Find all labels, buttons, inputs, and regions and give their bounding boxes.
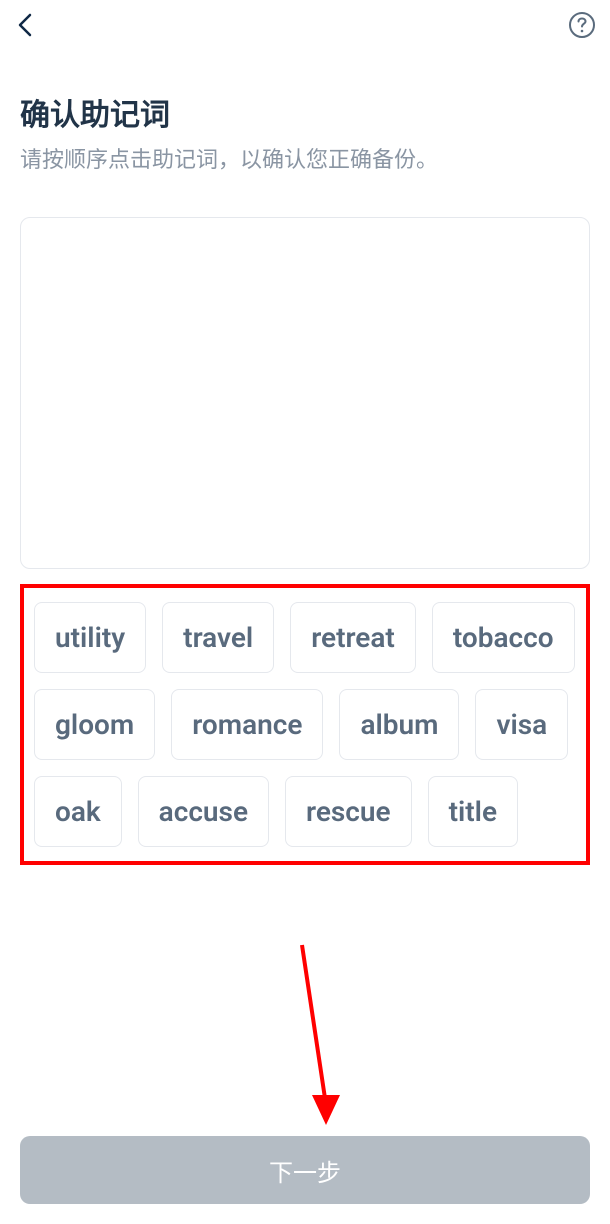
page-title: 确认助记词	[20, 90, 590, 134]
word-chip[interactable]: accuse	[138, 776, 269, 847]
back-icon[interactable]	[14, 13, 38, 37]
word-chip[interactable]: oak	[34, 776, 122, 847]
word-chip[interactable]: travel	[162, 602, 274, 673]
word-chip[interactable]: album	[339, 689, 459, 760]
annotation-arrow-icon	[290, 940, 350, 1140]
word-chip[interactable]: rescue	[285, 776, 412, 847]
header	[0, 0, 610, 50]
word-chip[interactable]: gloom	[34, 689, 155, 760]
page-subtitle: 请按顺序点击助记词，以确认您正确备份。	[20, 144, 590, 177]
mnemonic-words-container: utility travel retreat tobacco gloom rom…	[20, 584, 590, 865]
word-chip[interactable]: romance	[171, 689, 323, 760]
word-chip[interactable]: visa	[475, 689, 568, 760]
word-chip[interactable]: retreat	[290, 602, 416, 673]
next-button[interactable]: 下一步	[20, 1136, 590, 1204]
word-chip[interactable]: utility	[34, 602, 146, 673]
content: 确认助记词 请按顺序点击助记词，以确认您正确备份。 utility travel…	[0, 50, 610, 865]
word-chip[interactable]: title	[428, 776, 518, 847]
word-chip[interactable]: tobacco	[432, 602, 575, 673]
help-icon[interactable]	[568, 11, 596, 39]
selected-words-area[interactable]	[20, 217, 590, 569]
